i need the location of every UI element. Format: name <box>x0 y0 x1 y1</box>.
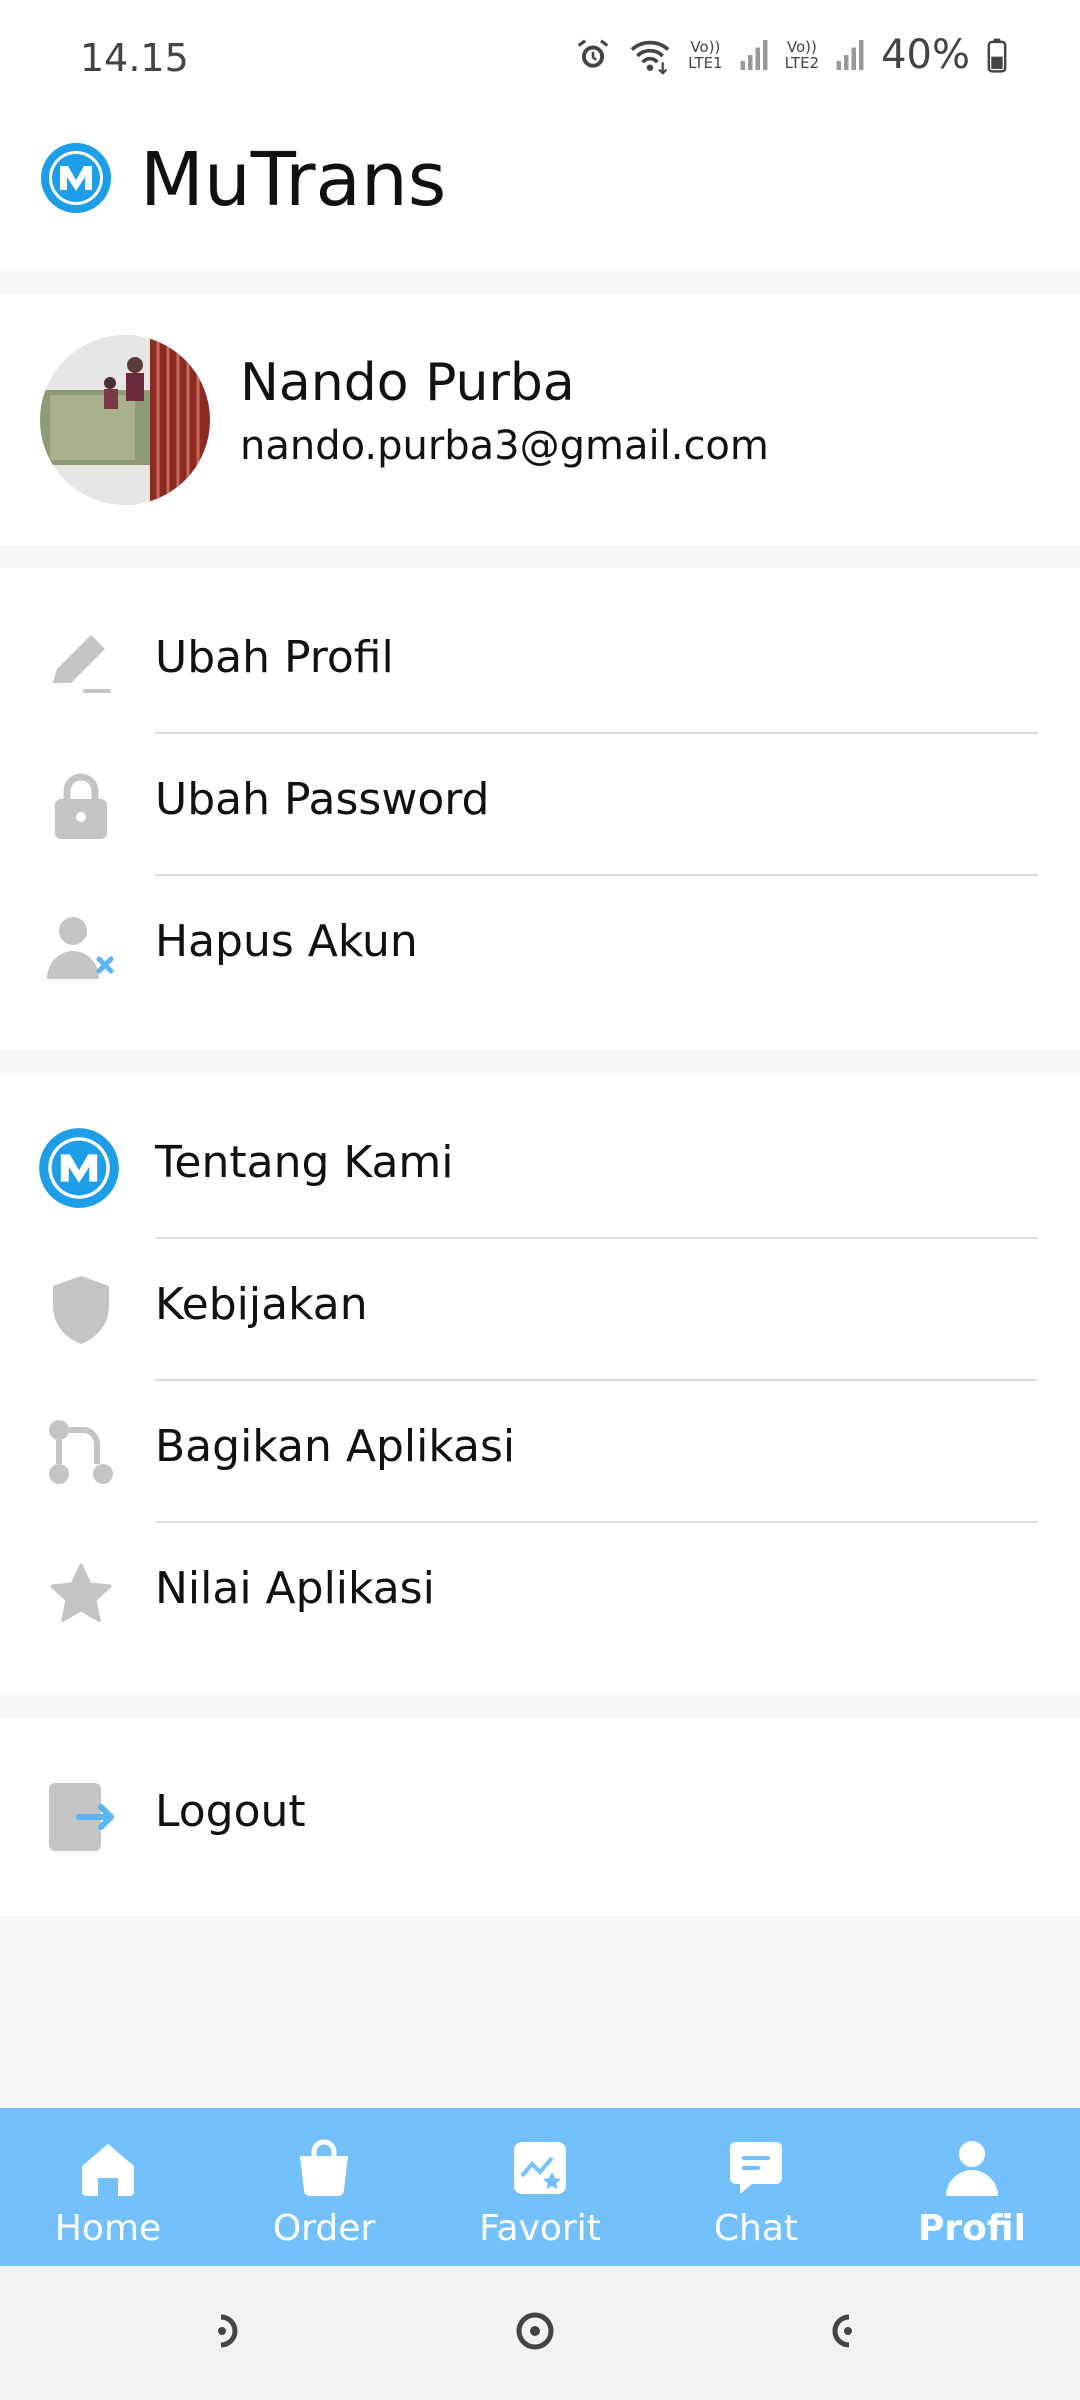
menu-item-bagikan-aplikasi[interactable]: Bagikan Aplikasi <box>0 1381 1080 1523</box>
star-icon <box>40 1553 122 1635</box>
nav-label: Order <box>272 2208 376 2249</box>
back-icon <box>832 2314 852 2348</box>
status-time: 14.15 <box>80 36 189 80</box>
back-button[interactable] <box>815 2306 865 2356</box>
menu-label: Bagikan Aplikasi <box>155 1421 516 1472</box>
nav-label: Chat <box>713 2208 799 2249</box>
menu-label: Ubah Profil <box>155 632 394 683</box>
nav-chat[interactable]: Chat <box>648 2108 864 2266</box>
battery-percentage: 40% <box>881 32 970 78</box>
nav-profil[interactable]: Profil <box>864 2108 1080 2266</box>
menu-label: Tentang Kami <box>155 1137 454 1188</box>
profile-icon <box>940 2136 1004 2200</box>
menu-item-nilai-aplikasi[interactable]: Nilai Aplikasi <box>0 1523 1080 1665</box>
profile-email: nando.purba3@gmail.com <box>240 423 769 469</box>
avatar[interactable] <box>40 335 210 505</box>
home-system-button[interactable] <box>510 2306 560 2356</box>
logout-section: Logout <box>0 1718 1080 1916</box>
nav-order[interactable]: Order <box>216 2108 432 2266</box>
menu-item-hapus-akun[interactable]: Hapus Akun <box>0 876 1080 1018</box>
signal2-icon <box>836 40 864 70</box>
home-circle-icon <box>516 2312 554 2350</box>
menu-label: Hapus Akun <box>155 916 418 967</box>
logout-button[interactable]: Logout <box>0 1746 1080 1888</box>
menu-label: Logout <box>155 1786 306 1837</box>
wifi-icon <box>630 40 670 75</box>
lock-icon <box>40 764 122 846</box>
mutrans-logo-icon <box>38 1127 120 1209</box>
bottom-navigation: Home Order Favorit Chat Profil <box>0 2108 1080 2266</box>
menu-item-tentang-kami[interactable]: Tentang Kami <box>0 1097 1080 1239</box>
menu-item-ubah-profil[interactable]: Ubah Profil <box>0 592 1080 734</box>
nav-favorit[interactable]: Favorit <box>432 2108 648 2266</box>
avatar-photo <box>40 335 210 505</box>
system-navigation-bar <box>0 2266 1080 2400</box>
info-menu: Tentang Kami Kebijakan Bagikan Aplikasi … <box>0 1073 1080 1695</box>
menu-item-ubah-password[interactable]: Ubah Password <box>0 734 1080 876</box>
battery-icon <box>987 38 1007 73</box>
menu-item-kebijakan[interactable]: Kebijakan <box>0 1239 1080 1381</box>
home-icon <box>76 2136 140 2200</box>
profile-name: Nando Purba <box>240 353 575 413</box>
app-title: MuTrans <box>140 137 447 223</box>
recent-apps-icon <box>218 2314 238 2348</box>
share-icon <box>40 1411 122 1493</box>
shield-icon <box>40 1269 122 1351</box>
bag-icon <box>292 2136 356 2200</box>
nav-home[interactable]: Home <box>0 2108 216 2266</box>
menu-label: Ubah Password <box>155 774 490 825</box>
mutrans-logo-icon <box>41 143 111 213</box>
recent-apps-button[interactable] <box>205 2306 255 2356</box>
volte1-icon: Vo)) LTE1 <box>688 38 723 72</box>
status-icons: Vo)) LTE1 Vo)) LTE2 40% <box>574 32 1008 78</box>
nav-label: Profil <box>918 2208 1026 2249</box>
edit-icon <box>40 622 122 704</box>
chat-icon <box>724 2136 788 2200</box>
logout-icon <box>40 1776 122 1858</box>
menu-label: Kebijakan <box>155 1279 368 1330</box>
menu-label: Nilai Aplikasi <box>155 1563 435 1614</box>
alarm-icon <box>577 39 609 68</box>
profile-card[interactable]: Nando Purba nando.purba3@gmail.com <box>0 293 1080 545</box>
nav-label: Home <box>54 2208 162 2249</box>
status-bar: 14.15 Vo)) LTE1 Vo)) LTE2 40% <box>0 0 1080 120</box>
signal1-icon <box>740 40 768 70</box>
volte2-icon: Vo)) LTE2 <box>784 38 820 72</box>
nav-label: Favorit <box>479 2208 601 2249</box>
favorite-icon <box>508 2136 572 2200</box>
app-bar: MuTrans <box>0 120 1080 270</box>
account-menu: Ubah Profil Ubah Password Hapus Akun <box>0 568 1080 1050</box>
user-remove-icon <box>40 906 122 988</box>
